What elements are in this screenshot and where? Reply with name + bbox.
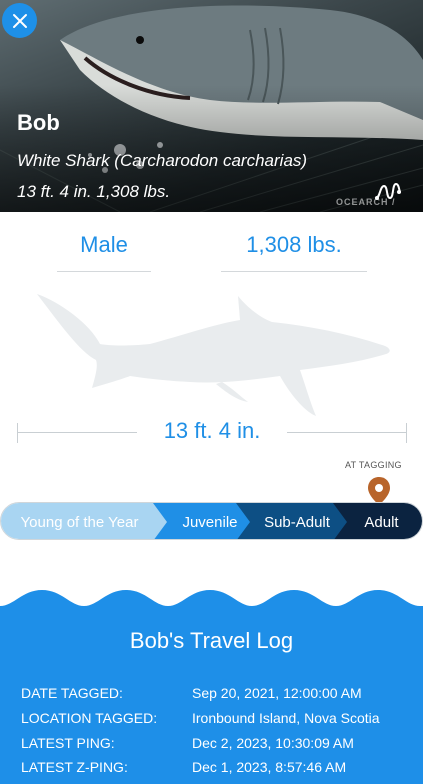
stage-label: Sub-Adult (264, 513, 330, 531)
measure-tick-right (406, 423, 407, 443)
gender-divider (57, 271, 151, 272)
hero-shade (0, 0, 423, 212)
log-key: DATE TAGGED: (21, 685, 123, 701)
shark-name: Bob (17, 110, 60, 135)
measure-tick-left (17, 423, 18, 443)
stage-label: Adult (364, 513, 399, 531)
close-icon (12, 13, 27, 28)
log-value: Ironbound Island, Nova Scotia (192, 710, 380, 726)
shark-size: 13 ft. 4 in. 1,308 lbs. (17, 182, 171, 201)
weight-divider (221, 271, 367, 272)
hero-image (0, 0, 423, 212)
weight-value: 1,308 lbs. (246, 232, 342, 257)
at-tagging-label: AT TAGGING (345, 460, 402, 470)
stage-sub-adult: Sub-Adult (236, 503, 348, 539)
stage-young-of-the-year: Young of the Year (1, 503, 176, 539)
log-key: LATEST PING: (21, 735, 115, 751)
gender-value: Male (80, 232, 128, 257)
length-measure: 13 ft. 4 in. (17, 418, 407, 450)
log-value: Dec 1, 2023, 8:57:46 AM (192, 759, 347, 775)
log-value: Sep 20, 2021, 12:00:00 AM (192, 685, 362, 701)
shark-species: White Shark (Carcharodon carcharias) (17, 151, 308, 170)
stage-label: Young of the Year (20, 513, 139, 531)
log-key: LOCATION TAGGED: (21, 710, 158, 726)
watermark-logo: OCEARCH / (336, 197, 396, 207)
log-key: LATEST Z-PING: (21, 759, 128, 775)
log-value: Dec 2, 2023, 10:30:09 AM (192, 735, 354, 751)
shark-silhouette (37, 294, 390, 416)
stage-label: Juvenile (182, 513, 238, 531)
travel-log-title: Bob's Travel Log (129, 628, 294, 653)
length-value: 13 ft. 4 in. (137, 418, 287, 444)
life-stage-bar: Young of the Year Juvenile Sub-Adult Adu… (0, 502, 423, 540)
close-button[interactable] (2, 3, 37, 38)
